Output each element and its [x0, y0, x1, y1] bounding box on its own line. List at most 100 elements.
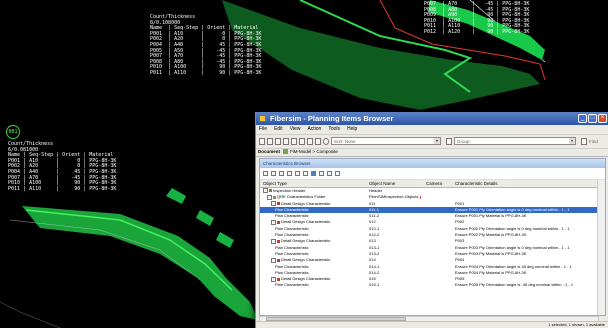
characteristics-browser-panel: Characteristics Browser Object Type Obje… — [259, 158, 606, 316]
ply-table-line: P011 | A110 | 90 | PPG-8H-3K — [8, 185, 117, 192]
object-type-label: Plan Characteristic — [275, 250, 309, 256]
object-type-label: Plan Characteristic — [275, 232, 309, 238]
composite-part-lower — [22, 206, 258, 320]
column-characteristic-details[interactable]: Characteristic Details — [455, 180, 595, 187]
cell-characteristic-details: Ensure P005 Ply Orientation angle is -45… — [455, 282, 574, 288]
object-name-label: Header — [369, 188, 383, 193]
delete-icon[interactable] — [299, 138, 305, 145]
object-type-label: Detail Design Characteristic — [281, 238, 331, 244]
refresh-icon[interactable] — [315, 138, 321, 145]
expander-icon[interactable]: - — [271, 201, 276, 207]
delete-characteristic-icon[interactable] — [279, 171, 284, 176]
object-name-label: 014 — [369, 257, 376, 263]
minimize-icon[interactable]: _ — [578, 114, 587, 123]
object-type-label: Plan Characteristic — [275, 263, 309, 269]
copy-characteristic-icon[interactable] — [271, 171, 276, 176]
status-icon[interactable] — [323, 138, 329, 145]
expander-icon[interactable]: - — [271, 276, 276, 282]
expander-icon[interactable]: - — [267, 194, 272, 200]
vertical-scrollbar[interactable] — [597, 180, 605, 315]
find-icon[interactable] — [581, 138, 587, 145]
save-icon[interactable] — [275, 138, 281, 145]
object-type-label: Detail Design Characteristic — [281, 200, 331, 206]
characteristic-icon — [277, 220, 280, 224]
cell-object-type: Plan Characteristic — [263, 282, 383, 288]
object-name-label: 013 — [369, 238, 376, 244]
menu-action[interactable]: Action — [307, 126, 321, 132]
object-name-label: 014-2 — [369, 269, 380, 275]
object-name-label: 011-1 — [369, 206, 379, 212]
object-name-label: 012 — [369, 219, 376, 225]
chevron-down-icon[interactable]: ▾ — [569, 138, 575, 144]
object-type-label: Detail Design Characteristic — [281, 219, 331, 225]
panel-toolbar — [260, 168, 605, 180]
menu-edit[interactable]: Edit — [274, 126, 283, 132]
copy-icon[interactable] — [283, 138, 289, 145]
characteristic-icon — [277, 277, 280, 281]
planning-items-browser-window: Fibersim - Planning Items Browser _ □ × Fi… — [255, 112, 608, 328]
object-name-label: 013-2 — [369, 250, 380, 256]
characteristic-icon — [277, 239, 280, 243]
expander-icon[interactable]: - — [271, 257, 276, 263]
document-value[interactable]: FiM-Model > Composite — [290, 147, 338, 156]
binoculars-icon[interactable] — [307, 138, 313, 145]
column-object-name[interactable]: Object Name — [369, 180, 421, 187]
column-object-type[interactable]: Object Type — [263, 180, 371, 187]
menu-tools[interactable]: Tools — [328, 126, 340, 132]
expander-icon[interactable]: - — [263, 188, 268, 194]
document-row: Document FiM-Model > Composite — [256, 147, 608, 157]
close-icon[interactable]: × — [598, 114, 607, 123]
group-icon[interactable] — [446, 138, 452, 145]
expander-icon[interactable]: - — [271, 219, 276, 225]
document-label: Document — [258, 149, 281, 154]
characteristics-table: Object Type Object Name Camera Character… — [260, 180, 598, 315]
object-type-label: Plan Characteristic — [275, 206, 309, 212]
object-type-label: Inspection Header — [273, 188, 306, 193]
report-icon[interactable] — [335, 171, 340, 176]
paste-icon[interactable] — [291, 138, 297, 145]
find-label[interactable]: Find — [589, 138, 598, 145]
sort-combo[interactable]: Sort: None ▾ — [331, 137, 441, 145]
table-row[interactable]: Plan Characteristic 015-1 Ensure P005 Ply … — [260, 282, 598, 288]
filter-icon[interactable] — [303, 171, 308, 176]
panel-title: Characteristics Browser — [260, 159, 605, 168]
new-characteristic-icon[interactable] — [263, 171, 268, 176]
menu-bar: File Edit View Action Tools Help — [256, 125, 608, 134]
group-combo[interactable]: Group: ▾ — [454, 137, 576, 145]
expand-icon[interactable] — [287, 171, 292, 176]
menu-view[interactable]: View — [290, 126, 301, 132]
model-icon — [283, 149, 288, 154]
object-type-label: Plan Characteristic — [275, 269, 309, 275]
characteristic-icon — [277, 202, 280, 206]
expander-icon[interactable]: - — [271, 238, 276, 244]
open-icon[interactable] — [267, 138, 273, 145]
export-icon[interactable] — [327, 171, 332, 176]
sort-placeholder: Sort: None — [334, 139, 356, 144]
cell-object-name: 015-1 — [369, 282, 421, 288]
ply-table-bottom-left: Count/Thickness 6/0.081000 Name | Seq-Step… — [8, 141, 117, 192]
ply-table-top-right: P007 | A70 | -45 | PPG-8H-3K P008 | A80 |… — [424, 1, 530, 36]
collapse-icon[interactable] — [295, 171, 300, 176]
menu-help[interactable]: Help — [347, 126, 357, 132]
menu-file[interactable]: File — [259, 126, 267, 132]
object-name-label: 012-2 — [369, 232, 380, 238]
object-type-label: Plan Characteristic — [275, 282, 309, 288]
camera-icon[interactable] — [319, 171, 324, 176]
object-type-label: QRE Characteristics Folder — [277, 194, 326, 200]
column-camera[interactable]: Camera — [426, 180, 451, 187]
view-icon[interactable] — [311, 171, 316, 176]
object-type-label: Plan Characteristic — [275, 244, 309, 250]
callout-badge[interactable]: 001 — [6, 125, 20, 139]
new-icon[interactable] — [259, 138, 265, 145]
maximize-icon[interactable]: □ — [588, 114, 597, 123]
app-icon — [259, 115, 266, 122]
chevron-down-icon[interactable]: ▾ — [434, 138, 440, 144]
object-name-label: 015 — [369, 276, 376, 282]
object-type-label: Detail Design Characteristic — [281, 276, 331, 282]
object-name-label: 015-1 — [369, 282, 380, 288]
object-name-label: FiberSIMInspection-Objects — [369, 194, 419, 200]
window-titlebar[interactable]: Fibersim - Planning Items Browser _ □ × — [256, 112, 608, 125]
ply-table-line: P012 | A120 | 90 | PPG-8H-3K — [424, 28, 530, 35]
warning-icon[interactable]: ! — [420, 194, 421, 200]
window-title: Fibersim - Planning Items Browser — [270, 114, 394, 123]
